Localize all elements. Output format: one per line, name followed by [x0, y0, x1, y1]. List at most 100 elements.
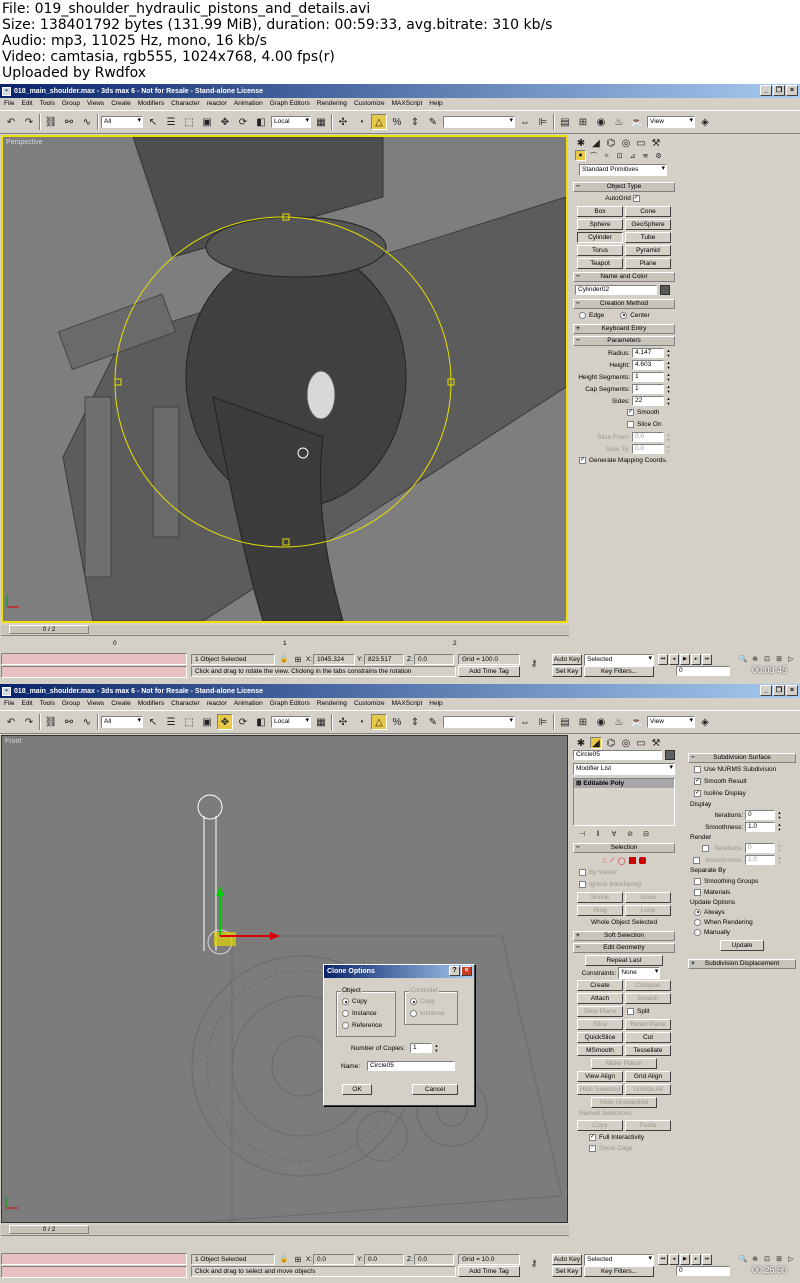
restore-icon[interactable]: ❐ [773, 85, 785, 96]
current-frame-field[interactable]: 0 [676, 666, 730, 676]
add-time-tag-button[interactable]: Add Time Tag [458, 666, 520, 677]
torus-button[interactable]: Torus [577, 245, 623, 256]
go-to-end-icon[interactable]: ⏭ [702, 654, 712, 665]
polygon-icon[interactable] [628, 857, 636, 864]
ignore-backfacing-checkbox[interactable]: Ignore Backfacing [571, 879, 677, 891]
previous-frame-icon[interactable]: ◂ [669, 1254, 679, 1265]
mirror-icon[interactable]: ⇔ [517, 114, 533, 130]
track-view-icon[interactable]: ▤ [557, 114, 573, 130]
edit-geometry-rollout[interactable]: − Edit Geometry [573, 943, 675, 953]
track-view-icon[interactable]: ▤ [557, 714, 573, 730]
make-planar-button[interactable]: Make Planar [591, 1058, 657, 1069]
selection-rollout[interactable]: − Selection [573, 843, 675, 853]
absolute-mode-icon[interactable]: ⊞ [292, 1253, 304, 1265]
reset-plane-button[interactable]: Reset Plane [625, 1019, 671, 1030]
menu-maxscript[interactable]: MAXScript [392, 100, 423, 107]
show-cage-checkbox[interactable]: ✓ Show Cage [571, 1143, 677, 1154]
loop-button[interactable]: Loop [625, 905, 671, 916]
schematic-view-icon[interactable]: ⊞ [575, 114, 591, 130]
by-vertex-checkbox[interactable]: By Vertex [571, 867, 677, 879]
spinner-icon[interactable]: ▲ ▼ [666, 432, 671, 442]
spinner-icon[interactable]: ▲ ▼ [434, 1043, 439, 1053]
menu-graph-editors[interactable]: Graph Editors [270, 700, 310, 707]
menu-character[interactable]: Character [171, 100, 200, 107]
motion-tab-icon[interactable]: ◎ [620, 137, 632, 149]
render-last-icon[interactable]: ◈ [697, 714, 713, 730]
add-time-tag-button[interactable]: Add Time Tag [458, 1266, 520, 1277]
subdivision-displacement-rollout[interactable]: + Subdivision Displacement [688, 959, 796, 969]
border-icon[interactable]: ◯ [618, 857, 626, 865]
object-color-swatch[interactable] [660, 285, 670, 295]
spinner-icon[interactable]: ▲ ▼ [666, 396, 671, 406]
percent-snap-icon[interactable]: % [389, 714, 405, 730]
key-mode-dropdown[interactable]: Selected [584, 654, 654, 666]
set-key-button[interactable]: Set Key [552, 666, 582, 677]
helpers-icon[interactable]: ⊿ [627, 150, 638, 161]
go-to-start-icon[interactable]: ⏮ [658, 654, 668, 665]
smooth-result-checkbox[interactable]: ✓ Smooth Result [686, 776, 798, 788]
use-nurms-checkbox[interactable]: Use NURMS Subdivision [686, 764, 798, 776]
maxscript-listener[interactable] [1, 1253, 187, 1265]
render-type-dropdown[interactable]: View [647, 116, 695, 128]
zoom-icon[interactable]: 🔍 [738, 1254, 748, 1264]
always-radio[interactable]: Always [686, 908, 798, 918]
keyboard-entry-rollout[interactable]: + Keyboard Entry [573, 324, 675, 334]
generate-mapping-checkbox[interactable]: ✓ Generate Mapping Coords. [571, 455, 677, 467]
slice-from-field[interactable]: 0.0 [632, 432, 664, 442]
region-select-icon[interactable]: ⬚ [181, 114, 197, 130]
z-coordinate-field[interactable]: 0.0 [414, 1254, 454, 1265]
when-rendering-radio[interactable]: When Rendering [686, 918, 798, 928]
angle-snap-icon[interactable]: △ [371, 714, 387, 730]
soft-selection-rollout[interactable]: + Soft Selection [573, 931, 675, 941]
tessellate-button[interactable]: Tessellate [625, 1045, 671, 1056]
named-selection-icon[interactable]: ✎ [425, 714, 441, 730]
repeat-last-button[interactable]: Repeat Last [585, 955, 663, 966]
shrink-button[interactable]: Shrink [577, 892, 623, 903]
z-coordinate-field[interactable]: 0.0 [414, 654, 454, 665]
stack-item-editable-poly[interactable]: ⊞ Editable Poly [574, 779, 674, 788]
select-by-name-icon[interactable]: ☰ [163, 714, 179, 730]
perspective-viewport[interactable]: Perspective [1, 135, 568, 623]
pyramid-button[interactable]: Pyramid [625, 245, 671, 256]
spinner-icon[interactable]: ▲ ▼ [666, 372, 671, 382]
menu-graph-editors[interactable]: Graph Editors [270, 100, 310, 107]
spinner-icon[interactable]: ▲ ▼ [777, 810, 782, 820]
menu-views[interactable]: Views [87, 700, 104, 707]
redo-icon[interactable]: ↷ [21, 714, 37, 730]
cap-segments-field[interactable]: 1 [632, 384, 664, 394]
teapot-button[interactable]: Teapot [577, 258, 623, 269]
close-icon[interactable]: × [461, 966, 472, 976]
display-tab-icon[interactable]: ▭ [635, 737, 647, 749]
height-segments-field[interactable]: 1 [632, 372, 664, 382]
render-scene-icon[interactable]: ♨ [611, 114, 627, 130]
reference-coordinate-dropdown[interactable]: Local [271, 716, 311, 728]
edge-radio[interactable]: Edge [579, 310, 604, 322]
object-name-field[interactable]: Circle05 [573, 750, 663, 760]
modifier-list-dropdown[interactable]: Modifier List [573, 763, 675, 775]
menu-modifiers[interactable]: Modifiers [138, 100, 164, 107]
minimize-icon[interactable]: _ [760, 85, 772, 96]
cameras-icon[interactable]: ⊡ [614, 150, 625, 161]
zoom-icon[interactable]: 🔍 [738, 654, 748, 664]
create-button[interactable]: Create [577, 980, 623, 991]
minimize-icon[interactable]: _ [760, 685, 772, 696]
menu-maxscript[interactable]: MAXScript [392, 700, 423, 707]
lock-selection-icon[interactable]: 🔒 [278, 1253, 290, 1265]
menu-group[interactable]: Group [62, 700, 80, 707]
modify-tab-icon[interactable]: ◢ [590, 137, 602, 149]
redo-icon[interactable]: ↷ [21, 114, 37, 130]
named-selection-sets-dropdown[interactable] [443, 716, 515, 728]
snap-icon[interactable]: ◔ [353, 714, 369, 730]
modify-tab-icon[interactable]: ◢ [590, 737, 602, 749]
unlink-icon[interactable]: ⚯ [61, 714, 77, 730]
motion-tab-icon[interactable]: ◎ [620, 737, 632, 749]
close-icon[interactable]: × [786, 685, 798, 696]
cancel-button[interactable]: Cancel [412, 1084, 458, 1095]
quick-render-icon[interactable]: ☕ [629, 714, 645, 730]
grid-align-button[interactable]: Grid Align [625, 1071, 671, 1082]
collapse-button[interactable]: Collapse [625, 980, 671, 991]
center-radio[interactable]: Center [620, 310, 650, 322]
manually-radio[interactable]: Manually [686, 928, 798, 938]
field-of-view-icon[interactable]: ▷ [786, 1254, 796, 1264]
named-selection-sets-dropdown[interactable] [443, 116, 515, 128]
